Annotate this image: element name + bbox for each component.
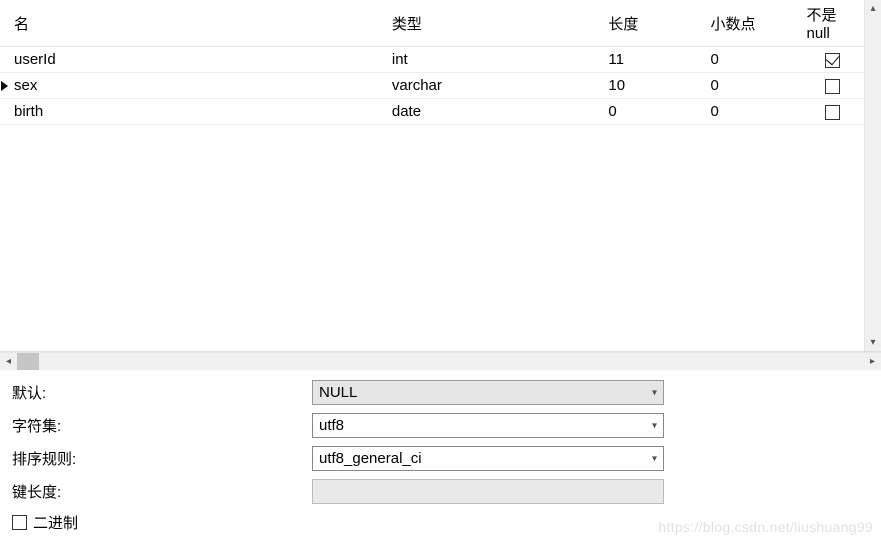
binary-label: 二进制 — [33, 512, 78, 533]
chevron-down-icon: ▾ — [652, 420, 657, 431]
cell-name-text: userId — [14, 51, 56, 68]
col-header-name[interactable]: 名 — [0, 0, 378, 47]
keylen-input[interactable] — [312, 479, 664, 504]
notnull-checkbox[interactable] — [825, 79, 840, 94]
cell-name-text: sex — [14, 77, 37, 94]
col-header-length[interactable]: 长度 — [594, 0, 696, 47]
cell-name[interactable]: userId — [0, 47, 378, 73]
cell-decimals[interactable]: 0 — [696, 73, 792, 99]
cell-length[interactable]: 10 — [594, 73, 696, 99]
cell-name-text: birth — [14, 103, 43, 120]
cell-decimals[interactable]: 0 — [696, 99, 792, 125]
cell-notnull[interactable] — [792, 47, 864, 73]
table-row[interactable]: userId int110 — [0, 47, 864, 73]
table-row[interactable]: sex varchar100 — [0, 73, 864, 99]
charset-combo[interactable]: utf8 ▾ — [312, 413, 664, 438]
charset-label: 字符集: — [12, 415, 312, 436]
cell-decimals[interactable]: 0 — [696, 47, 792, 73]
default-label: 默认: — [12, 382, 312, 403]
collation-value: utf8_general_ci — [319, 450, 422, 467]
default-combo[interactable]: NULL ▾ — [312, 380, 664, 405]
charset-value: utf8 — [319, 417, 344, 434]
cell-length[interactable]: 0 — [594, 99, 696, 125]
current-row-marker-icon — [1, 81, 8, 91]
scroll-right-icon[interactable]: ▸ — [864, 353, 881, 370]
vscroll-track[interactable] — [865, 17, 881, 334]
scroll-left-icon[interactable]: ◂ — [0, 353, 17, 370]
scroll-down-icon[interactable]: ▾ — [865, 334, 881, 351]
cell-notnull[interactable] — [792, 73, 864, 99]
default-value: NULL — [319, 384, 357, 401]
cell-length[interactable]: 11 — [594, 47, 696, 73]
col-header-notnull[interactable]: 不是 null — [792, 0, 864, 47]
chevron-down-icon: ▾ — [652, 453, 657, 464]
collation-combo[interactable]: utf8_general_ci ▾ — [312, 446, 664, 471]
notnull-checkbox[interactable] — [825, 53, 840, 68]
cell-name[interactable]: birth — [0, 99, 378, 125]
fields-table: 名 类型 长度 小数点 不是 null userIdint110sexvarch… — [0, 0, 864, 125]
hscroll-thumb[interactable] — [17, 353, 39, 370]
hscroll-track[interactable] — [17, 353, 864, 370]
cell-name[interactable]: sex — [0, 73, 378, 99]
field-properties-panel: 默认: NULL ▾ 字符集: utf8 ▾ 排序规则: utf8_gene — [0, 370, 881, 541]
collation-label: 排序规则: — [12, 448, 312, 469]
table-row[interactable]: birthdate00 — [0, 99, 864, 125]
cell-type[interactable]: varchar — [378, 73, 595, 99]
fields-table-header: 名 类型 长度 小数点 不是 null — [0, 0, 864, 47]
chevron-down-icon: ▾ — [652, 387, 657, 398]
horizontal-scrollbar[interactable]: ◂ ▸ — [0, 352, 881, 370]
notnull-checkbox[interactable] — [825, 105, 840, 120]
scroll-up-icon[interactable]: ▴ — [865, 0, 881, 17]
cell-notnull[interactable] — [792, 99, 864, 125]
binary-checkbox[interactable] — [12, 515, 27, 530]
cell-type[interactable]: date — [378, 99, 595, 125]
vertical-scrollbar[interactable]: ▴ ▾ — [864, 0, 881, 351]
keylen-label: 键长度: — [12, 481, 312, 502]
col-header-type[interactable]: 类型 — [378, 0, 595, 47]
table-empty-area[interactable] — [0, 176, 864, 352]
col-header-decimals[interactable]: 小数点 — [696, 0, 792, 47]
cell-type[interactable]: int — [378, 47, 595, 73]
